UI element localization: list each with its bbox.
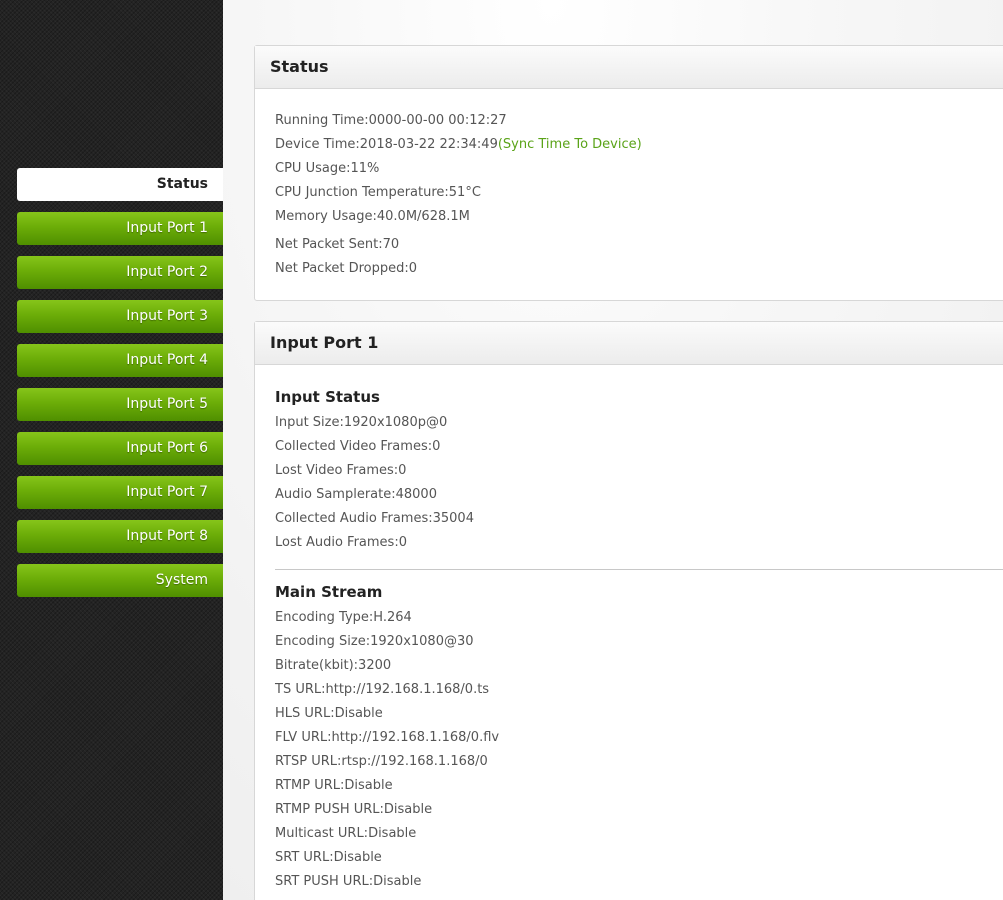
flv-url: FLV URL:http://192.168.1.168/0.flv (275, 730, 500, 745)
collected-video-frames: Collected Video Frames:0 (275, 439, 441, 454)
input-port-panel: Input Port 1 Input Status Input Size:192… (254, 321, 1003, 900)
memory-usage: Memory Usage:40.0M/628.1M (275, 209, 470, 224)
bitrate: Bitrate(kbit):3200 (275, 658, 392, 673)
lost-audio-frames: Lost Audio Frames:0 (275, 535, 407, 550)
rtsp-url: RTSP URL:rtsp://192.168.1.168/0 (275, 754, 488, 769)
encoding-type: Encoding Type:H.264 (275, 610, 412, 625)
multicast-url: Multicast URL:Disable (275, 826, 417, 841)
sidebar-item-input-port-4[interactable]: Input Port 4 (17, 344, 223, 377)
running-time: Running Time:0000-00-00 00:12:27 (275, 113, 507, 128)
encoding-size: Encoding Size:1920x1080@30 (275, 634, 474, 649)
input-port-panel-body: Input Status Input Size:1920x1080p@0 Col… (255, 365, 1003, 894)
net-packet-dropped: Net Packet Dropped:0 (275, 261, 418, 276)
audio-samplerate: Audio Samplerate:48000 (275, 487, 437, 502)
input-port-panel-title: Input Port 1 (255, 322, 1003, 365)
rtmp-push-url: RTMP PUSH URL:Disable (275, 802, 433, 817)
sync-time-link[interactable]: (Sync Time To Device) (498, 137, 642, 152)
device-time-row: Device Time:2018-03-22 22:34:49(Sync Tim… (275, 133, 993, 157)
sidebar-item-input-port-7[interactable]: Input Port 7 (17, 476, 223, 509)
main-stream-heading: Main Stream (275, 583, 383, 601)
sidebar-item-system[interactable]: System (17, 564, 223, 597)
srt-push-url: SRT PUSH URL:Disable (275, 874, 422, 889)
status-panel-body: Running Time:0000-00-00 00:12:27 Device … (255, 89, 1003, 281)
net-packet-sent: Net Packet Sent:70 (275, 237, 400, 252)
hls-url: HLS URL:Disable (275, 706, 383, 721)
input-status-heading: Input Status (275, 388, 380, 406)
sidebar-item-input-port-1[interactable]: Input Port 1 (17, 212, 223, 245)
sidebar-item-input-port-8[interactable]: Input Port 8 (17, 520, 223, 553)
sidebar-item-input-port-6[interactable]: Input Port 6 (17, 432, 223, 465)
srt-url: SRT URL:Disable (275, 850, 382, 865)
input-size: Input Size:1920x1080p@0 (275, 415, 448, 430)
section-divider (275, 569, 1003, 570)
status-panel-title: Status (255, 46, 1003, 89)
ts-url: TS URL:http://192.168.1.168/0.ts (275, 682, 490, 697)
sidebar: Status Input Port 1 Input Port 2 Input P… (0, 0, 223, 900)
sidebar-item-input-port-2[interactable]: Input Port 2 (17, 256, 223, 289)
sidebar-item-status[interactable]: Status (17, 168, 223, 201)
sidebar-nav: Status Input Port 1 Input Port 2 Input P… (17, 168, 223, 608)
device-time: Device Time:2018-03-22 22:34:49 (275, 137, 498, 152)
sidebar-item-input-port-3[interactable]: Input Port 3 (17, 300, 223, 333)
sidebar-item-input-port-5[interactable]: Input Port 5 (17, 388, 223, 421)
collected-audio-frames: Collected Audio Frames:35004 (275, 511, 474, 526)
cpu-usage: CPU Usage:11% (275, 161, 380, 176)
rtmp-url: RTMP URL:Disable (275, 778, 393, 793)
cpu-junction-temperature: CPU Junction Temperature:51°C (275, 185, 481, 200)
status-panel: Status Running Time:0000-00-00 00:12:27 … (254, 45, 1003, 301)
lost-video-frames: Lost Video Frames:0 (275, 463, 407, 478)
